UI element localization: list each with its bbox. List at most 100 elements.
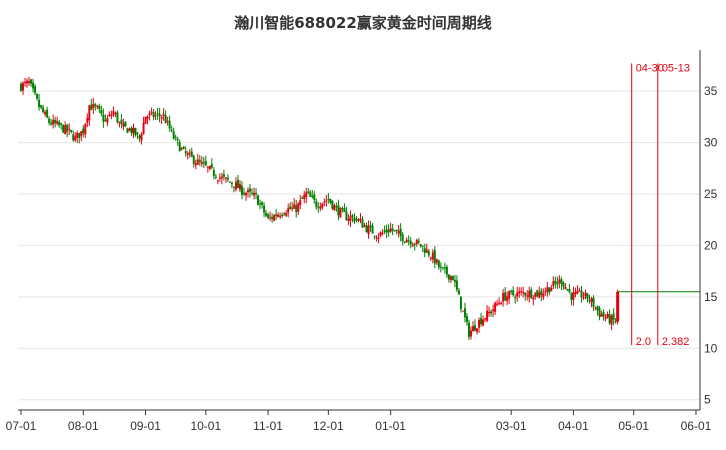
candle-body [299,200,302,206]
candle-body [200,161,203,164]
candle-body [146,116,149,119]
candle-body [449,276,452,280]
candle-body [540,290,543,296]
candle-body [367,226,370,235]
candle-body [369,225,372,227]
candle-body [441,267,444,269]
candle-body [395,229,398,231]
candle-body [24,82,27,84]
candle-body [313,194,316,200]
candle-body [156,113,159,115]
candle-body [34,86,37,94]
candle-body [321,203,324,208]
candle-body [208,165,211,169]
candle-body [50,122,53,125]
y-tick-label: 35 [704,84,718,98]
candle-body [196,159,199,165]
candle-body [345,211,348,221]
candle-body [552,281,555,286]
candle-body [484,318,487,320]
candle-body [251,192,254,194]
candle-body [60,123,63,125]
candle-body [526,295,529,297]
candle-body [216,180,219,182]
candle-body [373,235,376,237]
candle-body [453,279,456,282]
candle-body [168,120,171,129]
candle-body [54,119,57,124]
candle-body [267,214,270,218]
candle-body [36,94,39,99]
candle-body [26,80,29,84]
candle-body [68,128,71,130]
candle-body [469,330,472,337]
candle-body [323,201,326,203]
candle-body [230,182,233,185]
x-tick-label: 05-01 [618,419,649,433]
candle-body [293,204,296,209]
candle-body [580,290,583,298]
candle-body [120,119,123,125]
candle-body [612,313,615,320]
candle-body [106,118,109,123]
candle-body [435,259,438,263]
candle-body [478,319,481,328]
candle-body [347,219,350,221]
candle-body [88,105,91,121]
candle-body [447,274,450,280]
candle-body [534,292,537,298]
candle-body [349,216,352,221]
candle-body [339,208,342,218]
candle-body [596,306,599,311]
candle-body [124,121,127,127]
time-marker-date: 04-30 [636,63,664,75]
candle-body [413,243,416,245]
candle-body [409,240,412,245]
candle-body [102,114,105,122]
candle-body [42,107,45,113]
candle-body [471,326,474,332]
candle-body [600,314,603,317]
candle-body [355,218,358,220]
candle-body [429,257,432,259]
candle-body [194,163,197,166]
candle-body [94,104,97,107]
x-tick-label: 11-01 [253,419,283,433]
candle-body [538,292,541,298]
candle-body [206,166,209,168]
candle-body [459,296,462,310]
candle-body [401,234,404,242]
candle-body [530,289,533,298]
candle-body [375,237,378,239]
candle-body [283,213,286,215]
candle-body [92,104,95,109]
candle-body [277,214,280,217]
candle-body [166,120,169,122]
candle-body [502,292,505,302]
candle-body [158,113,161,117]
candle-body [172,131,175,139]
candle-body [110,114,113,117]
candle-body [508,291,511,299]
candle-body [357,219,360,222]
candle-body [46,109,49,118]
candle-body [257,195,260,206]
candle-body [236,179,239,188]
candle-body [403,241,406,243]
candle-body [512,290,515,295]
x-tick-label: 08-01 [68,419,99,433]
candle-body [584,292,587,297]
candle-body [259,203,262,205]
candle-body [351,215,354,217]
candle-body [247,190,250,193]
candle-body [616,291,620,322]
candle-body [383,230,386,232]
candle-body [421,245,424,247]
candle-body [56,121,59,124]
candle-body [74,136,77,141]
candle-body [281,215,284,217]
candle-body [188,152,191,154]
candle-body [490,311,493,314]
candle-body [399,228,402,236]
candle-body [226,177,229,180]
